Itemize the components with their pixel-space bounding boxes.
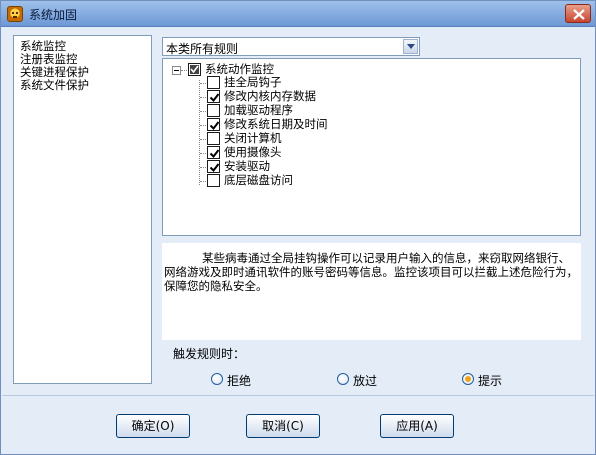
tree-item-label: 加载驱动程序 (224, 103, 293, 117)
window: 系统加固 系统监控 注册表监控 关键进程保护 系统文件保护 本类所有规则 系统动… (0, 0, 596, 455)
chevron-down-icon (407, 44, 415, 49)
tree-connector (181, 70, 187, 71)
rule-checkbox[interactable] (207, 146, 220, 159)
category-list: 系统监控 注册表监控 关键进程保护 系统文件保护 (13, 35, 152, 384)
dropdown-arrow-button[interactable] (403, 39, 418, 54)
trigger-rule-label: 触发规则时： (173, 347, 246, 361)
title-bar: 系统加固 (1, 1, 595, 27)
rule-checkbox[interactable] (207, 118, 220, 131)
tree-item-label: 挂全局钩子 (224, 75, 282, 89)
close-icon (573, 9, 585, 20)
tree-connector (199, 80, 200, 185)
category-item-file-protect[interactable]: 系统文件保护 (20, 79, 89, 92)
rule-filter-value: 本类所有规则 (166, 42, 239, 56)
ok-button[interactable]: 确定(O) (116, 414, 190, 438)
app-tiger-icon (7, 6, 23, 22)
partial-check-icon (190, 65, 199, 74)
rule-description-text: 某些病毒通过全局挂钩操作可以记录用户输入的信息，来窃取网络银行、网络游戏及即时通… (164, 251, 578, 293)
rule-description-panel: 某些病毒通过全局挂钩操作可以记录用户输入的信息，来窃取网络银行、网络游戏及即时通… (162, 243, 581, 340)
radio-dot[interactable] (211, 373, 223, 385)
divider (2, 395, 594, 396)
checkmark-icon (209, 93, 220, 103)
tree-item-label: 安装驱动 (224, 159, 270, 173)
tree-item-label: 关闭计算机 (224, 131, 282, 145)
radio-dot[interactable] (462, 373, 474, 385)
rule-checkbox[interactable] (207, 174, 220, 187)
rule-checkbox[interactable] (207, 132, 220, 145)
cancel-button[interactable]: 取消(C) (246, 414, 320, 438)
window-title: 系统加固 (29, 8, 78, 22)
tree-item-label: 底层磁盘访问 (224, 173, 293, 187)
close-button[interactable] (565, 4, 591, 23)
root-checkbox[interactable] (188, 63, 201, 76)
radio-allow-label: 放过 (353, 374, 378, 388)
rule-checkbox[interactable] (207, 90, 220, 103)
rule-checkbox[interactable] (207, 76, 220, 89)
radio-deny-label: 拒绝 (227, 374, 252, 388)
rule-checkbox[interactable] (207, 160, 220, 173)
tree-item-label: 修改系统日期及时间 (224, 117, 328, 131)
apply-button[interactable]: 应用(A) (380, 414, 454, 438)
collapse-toggle-icon[interactable] (172, 66, 181, 75)
checkmark-icon (209, 149, 220, 159)
tree-item-label: 修改内核内存数据 (224, 89, 316, 103)
tree-item-label: 使用摄像头 (224, 145, 282, 159)
checkmark-icon (209, 163, 220, 173)
radio-dot[interactable] (337, 373, 349, 385)
radio-prompt-label: 提示 (478, 374, 503, 388)
rule-checkbox[interactable] (207, 104, 220, 117)
checkmark-icon (209, 121, 220, 131)
rule-tree: 系统动作监控 挂全局钩子 修改内核内存数据 加载驱动程序 修改系统日期及时间 关… (162, 58, 581, 236)
rule-filter-dropdown[interactable]: 本类所有规则 (162, 37, 420, 56)
